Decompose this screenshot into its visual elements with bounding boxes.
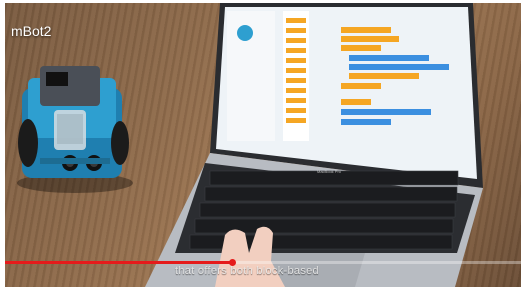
- video-title: mBot2: [11, 23, 52, 39]
- hand-image: [215, 226, 285, 287]
- laptop-brand-label: MacBook Pro: [317, 169, 342, 174]
- video-player[interactable]: mBot2 MacBook Pro that offers both block…: [5, 3, 521, 287]
- video-frame: mBot2 MacBook Pro that offers both block…: [0, 0, 525, 290]
- progress-bar-fill: [5, 261, 232, 264]
- caption-text: that offers both block-based: [175, 265, 319, 277]
- progress-bar[interactable]: [5, 259, 521, 266]
